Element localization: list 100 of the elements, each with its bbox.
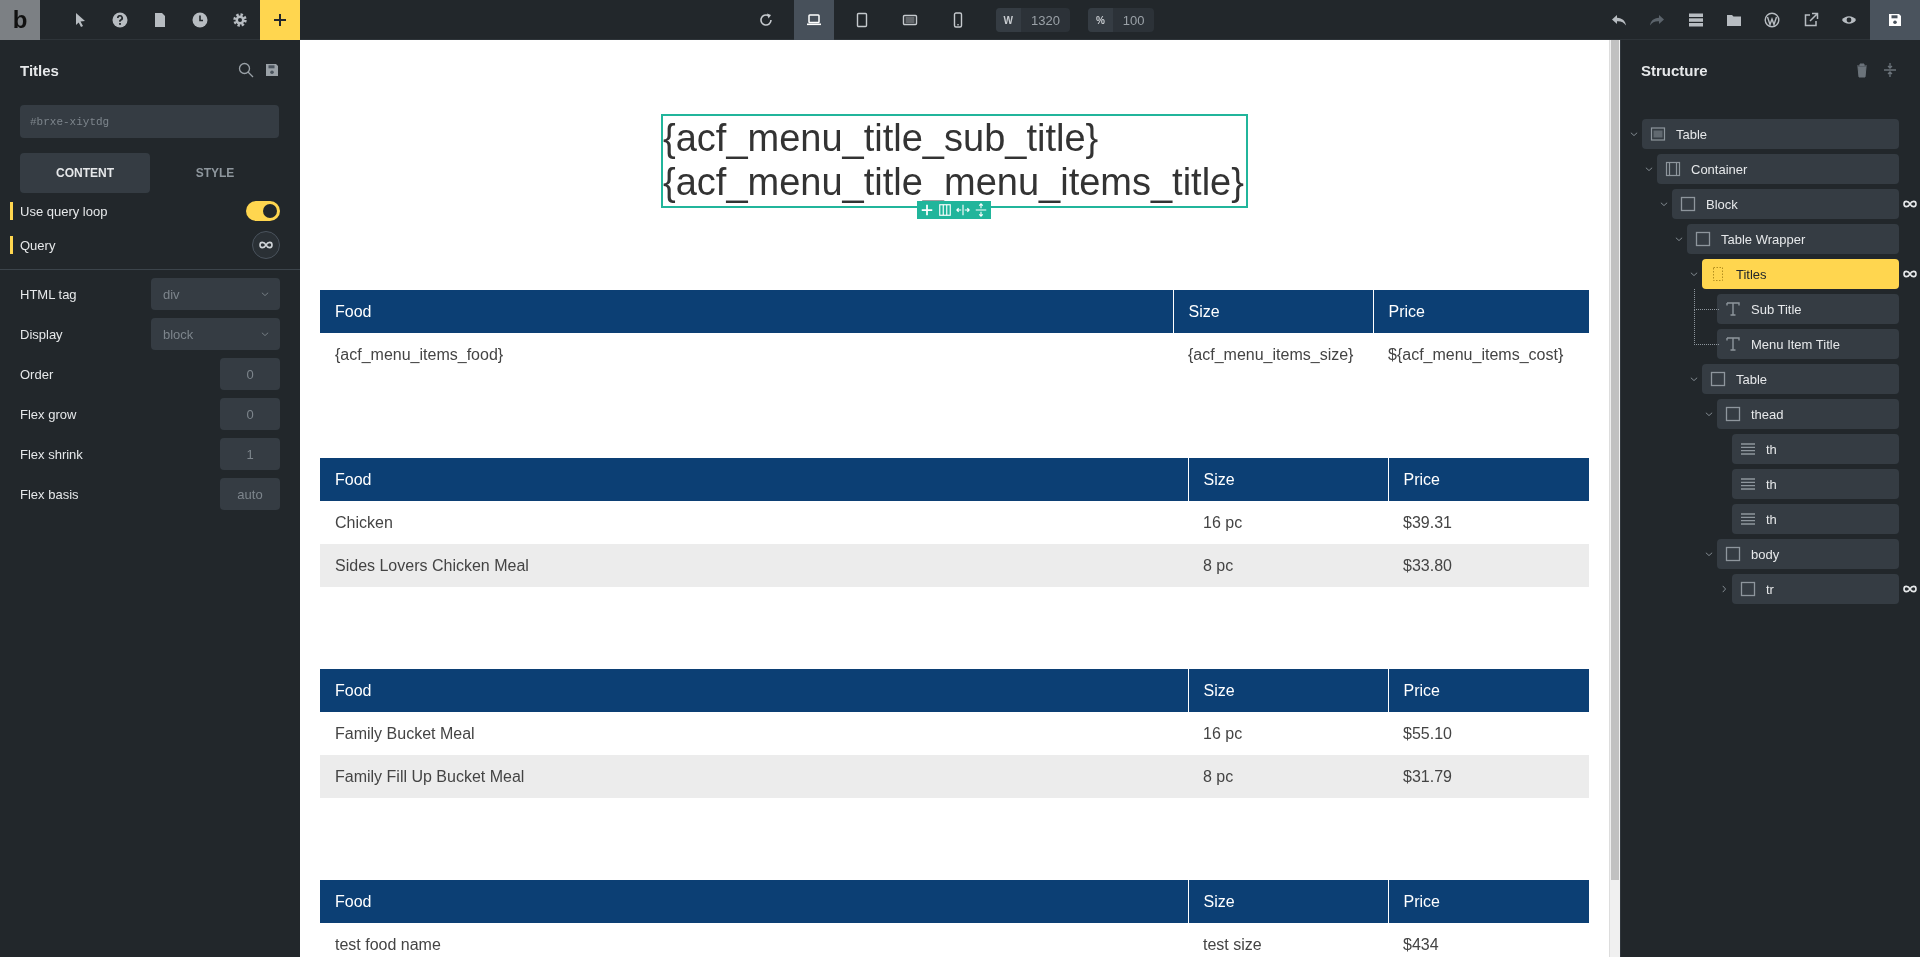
column-header: Price	[1388, 458, 1589, 501]
width-field[interactable]: W 1320	[995, 8, 1070, 32]
device-button[interactable]	[793, 0, 834, 40]
toggle-switch[interactable]	[246, 201, 280, 221]
tree-item[interactable]: Titles	[1702, 259, 1899, 289]
plus-icon	[920, 202, 935, 218]
tree-item[interactable]: Table	[1702, 364, 1899, 394]
undo-icon	[1611, 12, 1628, 28]
chevron-down-icon	[1674, 234, 1684, 244]
page-icon	[152, 12, 168, 28]
table-cell: Family Bucket Meal	[320, 712, 1188, 755]
tree-item[interactable]: Table Wrapper	[1687, 224, 1899, 254]
table-cell: ${acf_menu_items_cost}	[1373, 333, 1589, 376]
tree-item[interactable]: th	[1732, 469, 1899, 499]
chevron-down-icon	[1659, 199, 1669, 209]
table-cell: $434	[1388, 923, 1589, 957]
search-icon	[238, 62, 254, 78]
tree-item[interactable]: Menu Item Title	[1717, 329, 1899, 359]
trash-icon	[1854, 62, 1870, 78]
horizontal-arrows-icon	[956, 202, 971, 218]
table-cell: $33.80	[1388, 544, 1589, 587]
tablet-landscape-icon	[901, 12, 918, 28]
tree-item[interactable]: Table	[1642, 119, 1899, 149]
panel-title: Titles	[20, 61, 60, 79]
selected-heading-frame[interactable]: {acf_menu_title_sub_title} {acf_menu_title_menu_items_title}	[661, 114, 1248, 208]
panel-tab[interactable]: STYLE	[150, 153, 280, 193]
square-icon	[1740, 581, 1756, 597]
column-header: Price	[1388, 669, 1589, 712]
tree-item[interactable]: Sub Title	[1717, 294, 1899, 324]
scrollbar-thumb[interactable]	[1611, 40, 1619, 880]
tree-item[interactable]: tr	[1732, 574, 1899, 604]
chevron-down-icon	[1689, 374, 1699, 384]
redo-icon	[1649, 12, 1666, 28]
table-cell: {acf_menu_items_food}	[320, 333, 1173, 376]
help-icon	[112, 12, 128, 28]
lines-icon	[1740, 441, 1756, 457]
property-label: HTML tag	[20, 286, 78, 302]
section-icon	[1650, 126, 1666, 142]
tree-item[interactable]: th	[1732, 504, 1899, 534]
column-header: Size	[1188, 669, 1388, 712]
container-icon	[1665, 161, 1681, 177]
vertical-arrows-icon	[974, 202, 989, 218]
square-icon	[1725, 406, 1741, 422]
table-cell: $31.79	[1388, 755, 1589, 798]
settings-icon	[232, 12, 248, 28]
columns-icon	[938, 202, 953, 218]
chevron-down-icon	[1704, 549, 1714, 559]
tree-item[interactable]: thead	[1717, 399, 1899, 429]
css-id-field[interactable]: #brxe-xiytdg	[20, 105, 279, 138]
column-header: Food	[320, 669, 1188, 712]
lines-icon	[1740, 511, 1756, 527]
panel-tab[interactable]: CONTENT	[20, 153, 150, 193]
chevron-right-icon	[1719, 584, 1729, 594]
external-link-icon	[1802, 12, 1819, 28]
refresh-icon	[757, 12, 774, 28]
heading-text: {acf_menu_title_sub_title}	[663, 116, 1100, 160]
table-cell: $39.31	[1388, 501, 1589, 544]
square-icon	[1725, 546, 1741, 562]
table-cell: Family Fill Up Bucket Meal	[320, 755, 1188, 798]
folder-icon	[1726, 12, 1743, 28]
save-icon	[264, 62, 280, 78]
table-cell: 8 pc	[1188, 544, 1388, 587]
clock-icon	[192, 12, 208, 28]
property-label: Display	[20, 326, 64, 342]
tree-item[interactable]: Container	[1657, 154, 1899, 184]
stack-icon	[1687, 12, 1704, 28]
logo[interactable]: b	[0, 0, 40, 40]
query-button[interactable]	[252, 231, 280, 259]
toolbar-button[interactable]	[1870, 0, 1920, 40]
chevron-down-icon	[1644, 164, 1654, 174]
table-cell: Chicken	[320, 501, 1188, 544]
table-cell: 16 pc	[1188, 501, 1388, 544]
property-label: Flex grow	[20, 406, 78, 422]
zoom-field[interactable]: % 100	[1087, 8, 1155, 32]
toolbar-button[interactable]	[260, 0, 300, 40]
column-header: Food	[320, 458, 1188, 501]
tree-item[interactable]: Block	[1672, 189, 1899, 219]
add-button[interactable]	[920, 202, 935, 218]
square-icon	[1680, 196, 1696, 212]
dashed-square-icon	[1710, 266, 1726, 282]
setting-label: Query	[20, 237, 57, 253]
property-label: Flex shrink	[20, 446, 84, 462]
table-cell: test food name	[320, 923, 1188, 957]
column-header: Price	[1373, 290, 1589, 333]
table-cell: 8 pc	[1188, 755, 1388, 798]
tree-item[interactable]: body	[1717, 539, 1899, 569]
table-cell: Sides Lovers Chicken Meal	[320, 544, 1188, 587]
table-cell: $55.10	[1388, 712, 1589, 755]
column-header: Food	[320, 290, 1173, 333]
plus-icon	[272, 12, 288, 28]
table-cell: 16 pc	[1188, 712, 1388, 755]
chevron-down-icon	[1629, 129, 1639, 139]
text-icon	[1725, 301, 1741, 317]
tree-item[interactable]: th	[1732, 434, 1899, 464]
property-label: Order	[20, 366, 55, 382]
chevron-down-icon	[260, 289, 270, 299]
panel-title: Structure	[1641, 61, 1709, 79]
square-icon	[1695, 231, 1711, 247]
w-circle-icon	[1764, 12, 1781, 28]
chevron-down-icon	[1704, 409, 1714, 419]
